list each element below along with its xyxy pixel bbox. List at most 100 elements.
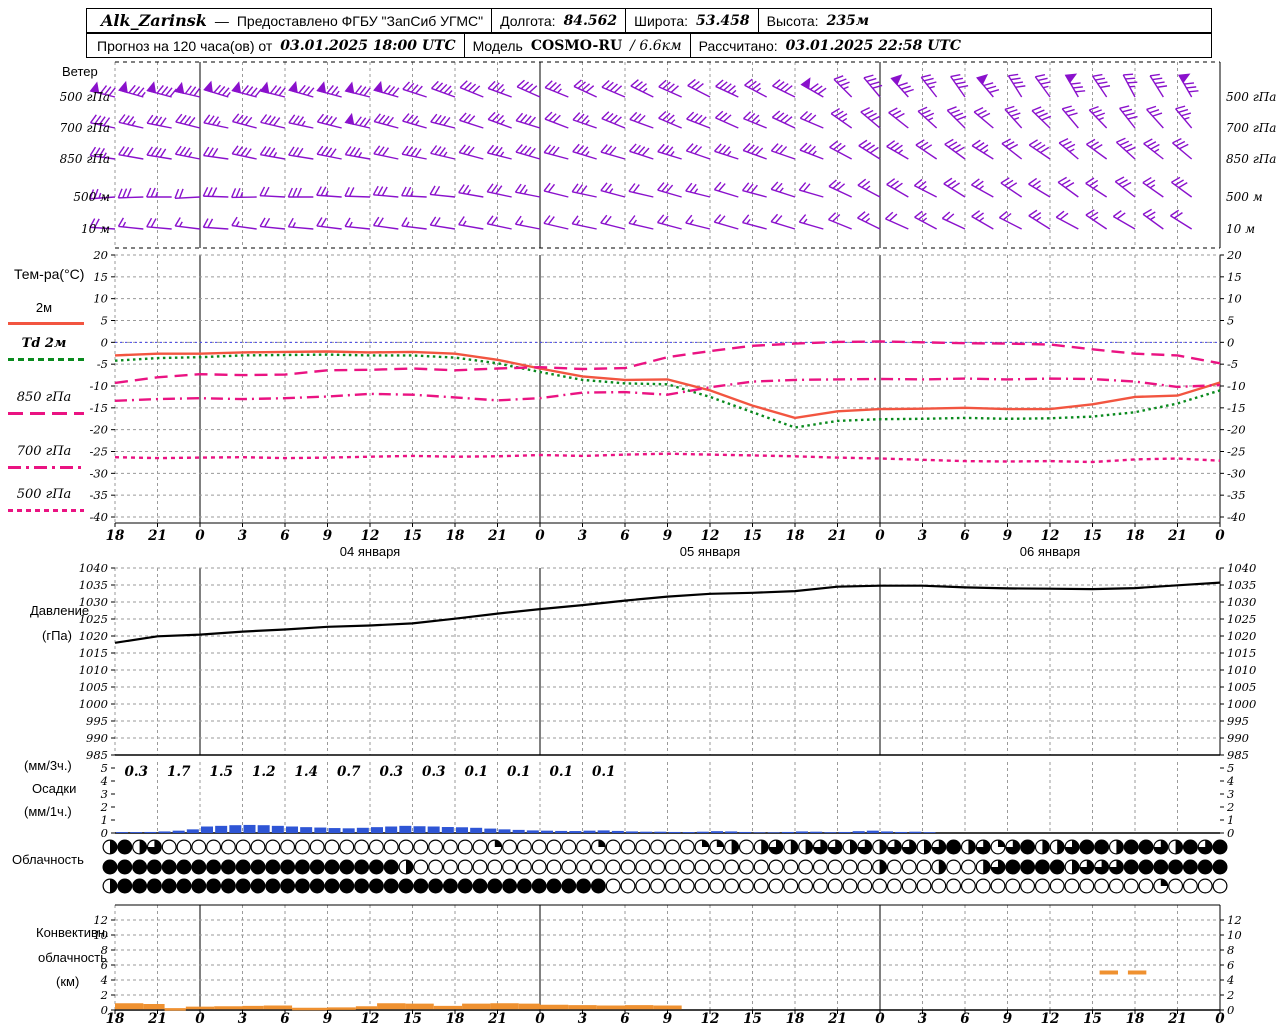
svg-text:3: 3 [578, 528, 587, 544]
cloud-cover-symbol [664, 839, 680, 855]
cloud-cover-symbol [768, 878, 784, 894]
wind-barb [600, 182, 626, 198]
cloud-cover-symbol [206, 878, 222, 894]
svg-text:1015: 1015 [79, 646, 108, 660]
wind-barb [890, 74, 914, 98]
wind-barb [458, 184, 484, 198]
cloud-cover-symbol [428, 839, 444, 855]
wind-barb [713, 214, 739, 230]
precip-bar [696, 831, 709, 833]
cloud-cover-symbol [250, 859, 266, 875]
cloud-cover-symbol [620, 839, 636, 855]
wind-barb [917, 106, 938, 129]
wind-barb [1000, 177, 1023, 198]
svg-text:2: 2 [1226, 988, 1234, 1002]
wind-barb [544, 111, 569, 129]
wind-barb [714, 143, 739, 160]
wind-barb [658, 79, 682, 98]
wind-barb [914, 210, 937, 230]
cloud-cover-symbol [516, 859, 532, 875]
wind-barb [316, 113, 342, 129]
cloud-cover-symbol [206, 839, 222, 855]
svg-text:0.1: 0.1 [465, 764, 489, 780]
cloud-cover-symbol [324, 878, 340, 894]
wind-barb [828, 212, 852, 230]
vertical-gridlines [114, 255, 1221, 523]
wind-barb [288, 80, 315, 98]
precip-bar [626, 831, 638, 833]
wind-barb [1028, 209, 1051, 230]
cloud-cover-symbol [1138, 839, 1154, 855]
wind-barb [118, 114, 144, 129]
cloud-cover-symbol [605, 878, 621, 894]
cloud-cover-symbol [368, 839, 384, 855]
svg-text:12: 12 [1227, 913, 1242, 927]
cloud-cover-symbol [709, 859, 725, 875]
cloud-cover-symbol [220, 859, 236, 875]
wind-barb [1146, 105, 1164, 129]
svg-text:20: 20 [1226, 248, 1242, 262]
wind-barb [743, 111, 767, 129]
cloud-cover-symbol [872, 878, 888, 894]
svg-text:21: 21 [1167, 528, 1187, 544]
precip-bar [215, 825, 228, 833]
wind-barb [146, 217, 172, 230]
precip-bar [682, 832, 695, 833]
svg-text:500 гПа: 500 гПа [60, 90, 110, 104]
wind-barb [1149, 73, 1168, 98]
cloud-cover-symbol [753, 878, 769, 894]
cloud-cover-symbol [664, 859, 680, 875]
wind-barb [202, 146, 229, 160]
svg-text:3: 3 [918, 528, 927, 544]
cloud-cover-symbol [487, 859, 503, 875]
convective-cloud-segment [143, 1004, 165, 1010]
svg-text:10: 10 [93, 928, 108, 942]
wind-barb [1086, 138, 1108, 160]
cloud-cover-symbol [368, 878, 384, 894]
wind-barb [1001, 138, 1023, 160]
wind-barb [1007, 73, 1026, 98]
precip-bar [711, 831, 723, 833]
cloud-cover-symbol [1212, 839, 1228, 855]
cloud-cover-symbol [176, 878, 192, 894]
cloud-cover-symbol [620, 859, 636, 875]
wind-barb [886, 140, 909, 160]
cloud-cover-symbol [916, 859, 932, 875]
wind-barb [487, 80, 512, 98]
cloud-cover-symbol [161, 878, 177, 894]
svg-text:0: 0 [1227, 335, 1234, 349]
cloud-cover-symbol [1212, 878, 1228, 894]
wind-barb [799, 110, 824, 129]
wind-barb [174, 217, 201, 230]
precip-bar [257, 825, 270, 833]
wind-barb [1119, 105, 1138, 129]
svg-text:1035: 1035 [79, 578, 108, 592]
cloud-cover-symbol [738, 878, 754, 894]
wind-barb [572, 112, 597, 129]
svg-text:2: 2 [100, 988, 108, 1002]
svg-text:6: 6 [960, 528, 970, 544]
wind-barb [971, 139, 994, 160]
cloud-cover-symbol [428, 859, 444, 875]
svg-text:-5: -5 [97, 357, 108, 371]
cloud-cover-symbol [1049, 878, 1065, 894]
wind-barb [630, 79, 654, 98]
cloud-cover-symbol [383, 839, 399, 855]
wind-barb [543, 215, 569, 230]
cloud-cover-symbol [576, 839, 592, 855]
svg-text:500 м: 500 м [73, 190, 110, 204]
wind-barb [1114, 176, 1136, 198]
svg-text:1000: 1000 [79, 697, 108, 711]
cloud-cover-symbol [946, 878, 962, 894]
cloud-cover-symbol [368, 859, 384, 875]
svg-text:06 января: 06 января [1020, 544, 1080, 559]
svg-text:4: 4 [100, 774, 108, 788]
svg-text:20: 20 [92, 248, 108, 262]
svg-text:6: 6 [101, 958, 108, 972]
wind-barb [946, 106, 967, 129]
svg-text:995: 995 [86, 714, 108, 728]
convective-cloud-segment [518, 1003, 540, 1010]
wind-barb [1170, 209, 1193, 230]
svg-text:500 гПа: 500 гПа [1226, 90, 1276, 104]
precip-bar [824, 832, 837, 833]
